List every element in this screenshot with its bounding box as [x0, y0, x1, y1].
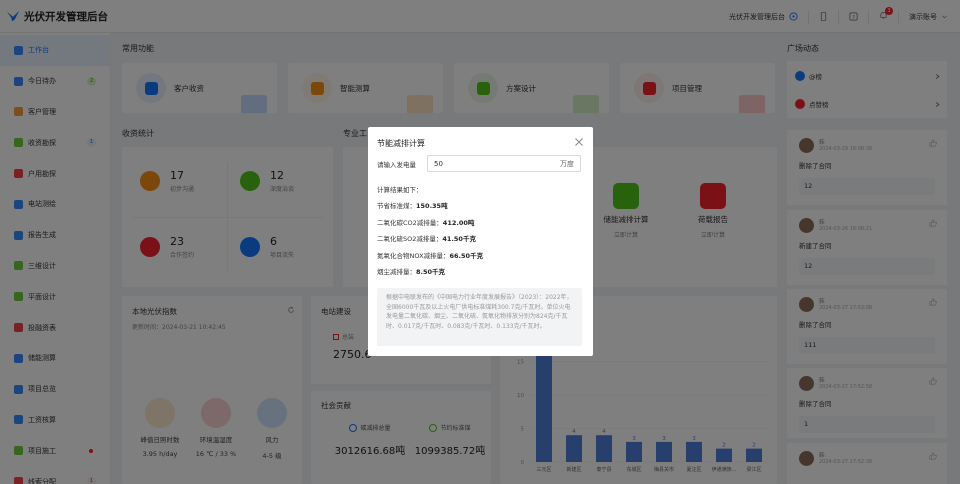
- input-unit: 万度: [560, 159, 574, 168]
- result-value: 41.50千克: [442, 235, 476, 243]
- generation-input[interactable]: 50 万度: [427, 155, 581, 172]
- result-label: 氮氧化合物NOX减排量：: [377, 251, 450, 260]
- result-value: 150.35吨: [416, 202, 448, 210]
- result-value: 8.50千克: [416, 268, 446, 276]
- generation-input-value: 50: [434, 159, 443, 168]
- result-row: 二氧化硫SO2减排量：41.50千克: [377, 233, 476, 243]
- result-row: 二氧化碳CO2减排量：412.00吨: [377, 217, 474, 227]
- emission-calc-modal: 节能减排计算 请输入发电量 50 万度 计算结果如下： 节省标准煤：150.35…: [368, 127, 593, 356]
- result-label: 二氧化碳CO2减排量：: [377, 218, 443, 227]
- input-label: 请输入发电量: [377, 161, 416, 169]
- result-row: 氮氧化合物NOX减排量：66.50千克: [377, 250, 483, 260]
- result-label: 二氧化硫SO2减排量：: [377, 235, 443, 243]
- result-label: 节省标准煤：: [377, 202, 416, 210]
- result-title: 计算结果如下：: [377, 186, 423, 194]
- result-label: 烟尘减排量：: [377, 268, 416, 276]
- result-row: 烟尘减排量：8.50千克: [377, 266, 445, 276]
- result-row: 节省标准煤：150.35吨: [377, 200, 448, 210]
- modal-title: 节能减排计算: [377, 139, 425, 148]
- result-value: 66.50千克: [449, 251, 484, 260]
- result-value: 412.00吨: [442, 218, 475, 227]
- close-icon[interactable]: [574, 137, 584, 147]
- calculation-note: 根据中电联发布的《中国电力行业年度发展报告》（2023）：2022年，全国600…: [377, 288, 582, 346]
